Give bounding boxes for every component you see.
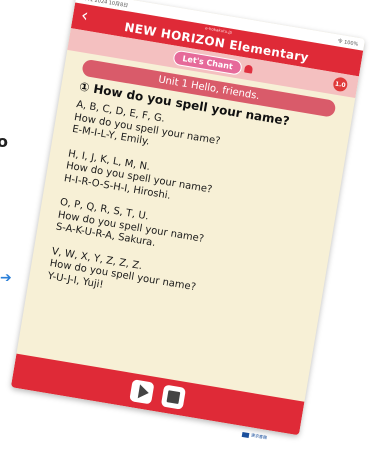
tablet-screen: 9:41 2024 10月8日 令 100% e-hokakutu.jp ‹ N… (10, 0, 366, 436)
play-icon (137, 384, 150, 400)
bell-icon (243, 64, 254, 74)
status-right: 令 100% (337, 37, 359, 48)
publisher-logo: 東京書籍 (241, 431, 268, 441)
speed-button[interactable]: 1.0 (332, 76, 349, 93)
stop-icon (166, 390, 181, 405)
back-button[interactable]: ‹ (79, 5, 90, 27)
background-arrow-icon: ➔ (0, 270, 12, 286)
publisher-logo-text: 東京書籍 (250, 432, 268, 441)
background-bullet: o (0, 132, 8, 151)
stop-button[interactable] (160, 384, 187, 410)
publisher-logo-mark (241, 431, 250, 438)
lets-chant-label: Let's Chant (181, 53, 234, 71)
chant-content: Unit 1 Hello, friends. ① How do you spel… (16, 56, 354, 406)
speed-label: 1.0 (334, 80, 347, 89)
play-button[interactable] (129, 379, 155, 405)
